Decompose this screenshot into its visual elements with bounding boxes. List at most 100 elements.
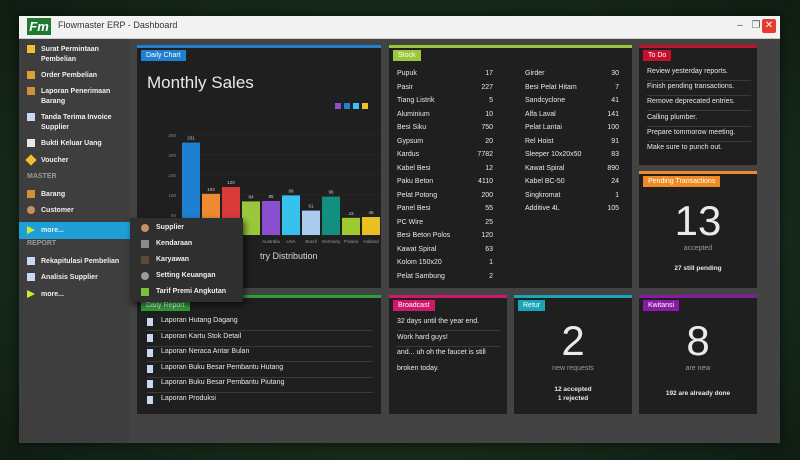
bar-value-label: 61	[308, 204, 314, 209]
sidebar-item-label: Barang	[41, 191, 66, 198]
tile-tag[interactable]: Pending Transactions	[643, 176, 721, 187]
sidebar-item-label: Bukti Keluar Uang	[41, 140, 102, 147]
bar-value-label: 84	[248, 194, 254, 199]
tile-tag[interactable]: Retur	[518, 300, 546, 311]
truck-icon	[141, 240, 149, 248]
document-icon	[147, 380, 153, 388]
todo-divider	[647, 125, 751, 127]
report-item-label: Laporan Hutang Dagang	[161, 317, 238, 324]
menu-item-karyawan[interactable]: Karyawan	[130, 252, 243, 268]
tile-kwitansi: Kwitansi 8 are new 192 are already done	[639, 295, 757, 414]
menu-item-setting-keuangan[interactable]: Setting Keuangan	[130, 268, 243, 284]
stock-item-qty: 1	[615, 191, 619, 199]
document-icon	[147, 349, 153, 357]
stock-item-qty: 12	[485, 164, 493, 172]
more-flyout-menu: Supplier Kendaraan Karyawan Setting Keua…	[130, 218, 243, 302]
arrow-right-icon	[27, 226, 35, 234]
cart-icon	[27, 71, 35, 79]
report-item-label: Laporan Buku Besar Pembantu Hutang	[161, 363, 284, 371]
todo-item[interactable]: Calling plumber.	[647, 114, 697, 121]
todo-item[interactable]: Finish pending transactions.	[647, 83, 734, 90]
sidebar-item-label: Order Pembelian	[41, 72, 98, 79]
stock-item-qty: 100	[607, 124, 619, 131]
stock-item-qty: 55	[485, 205, 493, 212]
document-icon	[147, 364, 153, 373]
receipt-icon	[27, 139, 35, 147]
chart-bar	[322, 196, 340, 235]
retur-count: 2	[561, 317, 585, 364]
document-icon	[147, 333, 153, 342]
bar-value-label: 99	[288, 188, 294, 193]
document-icon	[27, 113, 35, 121]
stock-item-qty: 20	[485, 137, 493, 145]
person-icon	[141, 224, 149, 232]
document-icon	[147, 395, 153, 404]
sidebar-item-label: more...	[41, 291, 64, 298]
todo-divider	[647, 80, 751, 81]
report-list-item[interactable]: Laporan Buku Besar Pembantu Piutang	[147, 379, 373, 393]
bar-value-label: 43	[348, 211, 354, 216]
tile-daily-report: Daily Report Laporan Hutang Dagang Lapora…	[137, 295, 381, 414]
menu-item-tarif-premi[interactable]: Tarif Premi Angkutan	[130, 284, 243, 300]
close-button[interactable]: ✕	[762, 19, 776, 33]
todo-item[interactable]: Prepare tommorow meeting.	[647, 129, 735, 136]
broadcast-line: 32 days until the year end.	[397, 318, 480, 325]
bar-value-label: 231	[187, 136, 195, 141]
tile-tag[interactable]: To Do	[643, 50, 672, 61]
sidebar-item-label: Analisis Supplier	[41, 274, 98, 281]
stock-item-qty: 120	[481, 232, 493, 239]
stock-item-qty: 1	[489, 259, 493, 266]
maximize-button[interactable]: ❐	[749, 20, 763, 32]
retur-accepted: 12 accepted	[554, 386, 592, 393]
section-label-master: MASTER	[27, 173, 57, 180]
tile-tag[interactable]: Broadcast	[393, 300, 435, 311]
sidebar-item-label: Customer	[41, 207, 74, 214]
report-list-item[interactable]: Laporan Buku Besar Pembantu Hutang	[147, 364, 373, 378]
tile-tag[interactable]: Stock	[393, 50, 421, 61]
kwitansi-label: are new	[685, 365, 711, 372]
arrow-right-icon	[27, 290, 35, 298]
tile-tag[interactable]: Kwitansi	[643, 300, 680, 311]
app-logo: Fm	[27, 18, 51, 35]
report-list-item[interactable]: Laporan Produksi	[147, 395, 373, 409]
todo-item[interactable]: Remove deprecated entries.	[647, 98, 735, 105]
broadcast-divider	[397, 330, 501, 331]
tile-broadcast: Broadcast 32 days until the year end. Wor…	[389, 295, 507, 414]
y-tick-label: 100	[168, 193, 176, 198]
todo-item[interactable]: Review yesterday reports.	[647, 68, 728, 75]
stock-item-qty: 63	[485, 245, 493, 253]
report-list-item[interactable]: Laporan Hutang Dagang	[147, 317, 373, 331]
sidebar-item-label: more...	[41, 227, 64, 234]
stock-item-qty: 200	[481, 191, 493, 199]
section-label-report: REPORT	[27, 240, 57, 247]
menu-item-supplier[interactable]: Supplier	[130, 220, 243, 236]
menu-item-label: Karyawan	[156, 256, 190, 263]
employee-icon	[141, 256, 149, 264]
stock-item-qty: 10	[485, 110, 493, 118]
stock-item-qty: 750	[481, 124, 493, 131]
pending-count: 13	[674, 197, 722, 244]
sidebar: Surat Permintaan Pembelian Order Pembeli…	[19, 39, 130, 443]
bar-value-label: 96	[328, 190, 334, 195]
stock-item-qty: 141	[607, 110, 619, 118]
menu-item-kendaraan[interactable]: Kendaraan	[130, 236, 243, 252]
bar-value-label: 103	[207, 187, 215, 192]
user-icon	[27, 206, 35, 214]
tile-accent-bar	[639, 295, 757, 298]
report-list-item[interactable]: Laporan Kartu Stok Detail	[147, 333, 373, 347]
sidebar-item-label: Tanda Terima Invoice Supplier	[41, 114, 112, 131]
sidebar-item-label: Surat Permintaan Pembelian	[41, 46, 99, 63]
tile-accent-bar	[639, 45, 757, 48]
todo-item[interactable]: Make sure to punch out.	[647, 144, 722, 151]
tile-accent-bar	[514, 295, 632, 298]
retur-rejected: 1 rejected	[557, 395, 589, 402]
minimize-button[interactable]: –	[733, 20, 747, 32]
gear-icon	[141, 272, 149, 280]
tile-pending-transactions: Pending Transactions 13 accepted 27 stil…	[639, 171, 757, 288]
chart-bar	[242, 201, 260, 235]
report-list-item[interactable]: Laporan Neraca Antar Bulan	[147, 348, 373, 362]
report-item-label: Laporan Kartu Stok Detail	[161, 332, 242, 340]
stock-item-qty: 25	[485, 218, 493, 226]
tile-accent-bar	[389, 295, 507, 298]
pending-label: accepted	[683, 245, 713, 252]
